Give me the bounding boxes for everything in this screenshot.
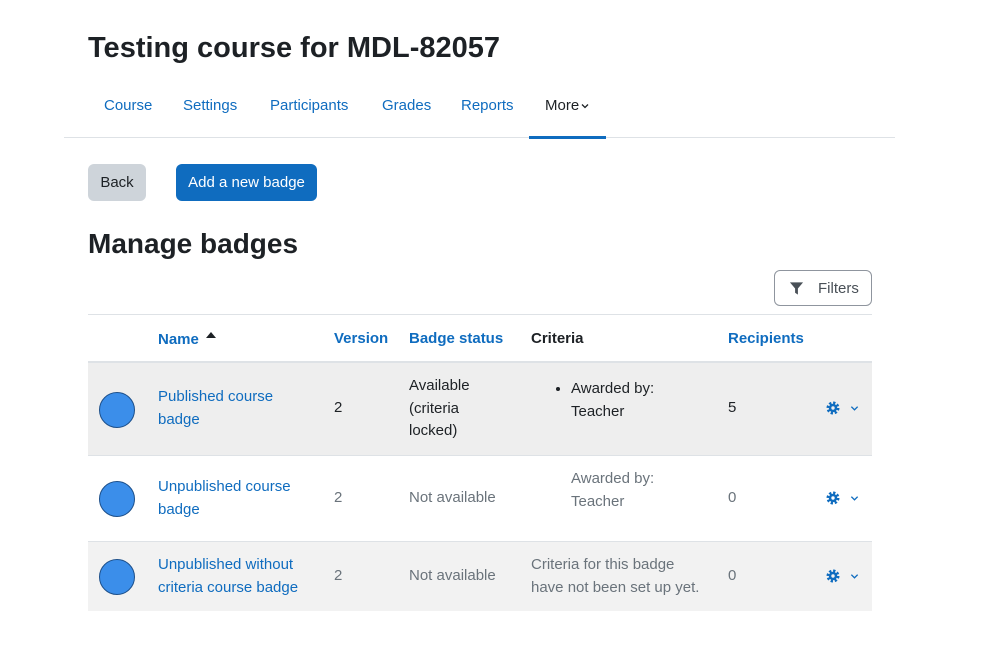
badge-status: Not available [409, 489, 496, 506]
gear-icon [826, 569, 840, 583]
badge-version: 2 [334, 567, 343, 584]
criteria-item: Awarded by: Teacher [571, 470, 655, 510]
column-header-badge-status[interactable]: Badge status [409, 330, 503, 348]
badge-criteria: Criteria for this badge have not been se… [531, 556, 700, 596]
badge-image[interactable] [99, 559, 135, 595]
nav-item-more-label: More [545, 97, 580, 114]
badge-name-link[interactable]: Unpublished course badge [158, 476, 308, 521]
sort-up-icon [205, 332, 216, 338]
table-row: Published course badge 2 Available (crit… [88, 363, 872, 456]
filters-button[interactable]: Filters [774, 270, 872, 306]
badge-status: Not available [409, 567, 496, 584]
badge-status: Available (criteria locked) [409, 377, 470, 439]
column-header-version[interactable]: Version [334, 330, 388, 348]
badge-image[interactable] [99, 392, 135, 428]
badge-recipients: 0 [728, 567, 737, 584]
badge-version: 2 [334, 489, 343, 506]
chevron-down-icon [850, 496, 859, 501]
badge-actions-menu[interactable] [825, 489, 865, 509]
chevron-down-icon [850, 406, 859, 411]
nav-item-participants[interactable]: Participants [270, 82, 348, 138]
back-button[interactable]: Back [88, 164, 146, 201]
column-header-name-label: Name [158, 331, 199, 348]
badge-recipients: 5 [728, 399, 737, 416]
section-title: Manage badges [88, 228, 299, 259]
gear-icon [826, 401, 840, 415]
nav-item-course[interactable]: Course [104, 82, 152, 138]
filter-icon [789, 282, 804, 295]
badge-actions-menu[interactable] [825, 567, 865, 587]
secondary-navigation: Course Settings Participants Grades Repo… [64, 82, 895, 139]
nav-item-more[interactable]: More [528, 82, 607, 139]
badge-image[interactable] [99, 481, 135, 517]
column-header-recipients[interactable]: Recipients [728, 330, 804, 348]
badge-name-link[interactable]: Published course badge [158, 386, 308, 431]
badge-criteria: Awarded by: Teacher [531, 468, 706, 513]
gear-icon [826, 491, 840, 505]
chevron-down-icon [581, 104, 589, 109]
nav-item-settings[interactable]: Settings [183, 82, 237, 138]
column-header-name[interactable]: Name [158, 330, 217, 349]
badge-name-link[interactable]: Unpublished without criteria course badg… [158, 554, 308, 599]
badge-version: 2 [334, 399, 343, 416]
nav-item-grades[interactable]: Grades [382, 82, 431, 138]
badge-actions-menu[interactable] [825, 399, 865, 419]
criteria-item: Awarded by: Teacher [571, 378, 706, 423]
badges-table: Name Version Badge status Criteria Recip… [88, 314, 872, 611]
table-row: Unpublished without criteria course badg… [88, 542, 872, 611]
filters-label: Filters [818, 280, 859, 297]
badge-criteria: Awarded by: Teacher [531, 378, 706, 423]
add-new-badge-button[interactable]: Add a new badge [176, 164, 317, 201]
table-header: Name Version Badge status Criteria Recip… [88, 314, 872, 363]
badge-recipients: 0 [728, 489, 737, 506]
page-title: Testing course for MDL-82057 [88, 32, 501, 64]
nav-item-reports[interactable]: Reports [461, 82, 514, 138]
chevron-down-icon [850, 574, 859, 579]
table-row: Unpublished course badge 2 Not available… [88, 456, 872, 542]
column-header-criteria: Criteria [531, 330, 584, 347]
